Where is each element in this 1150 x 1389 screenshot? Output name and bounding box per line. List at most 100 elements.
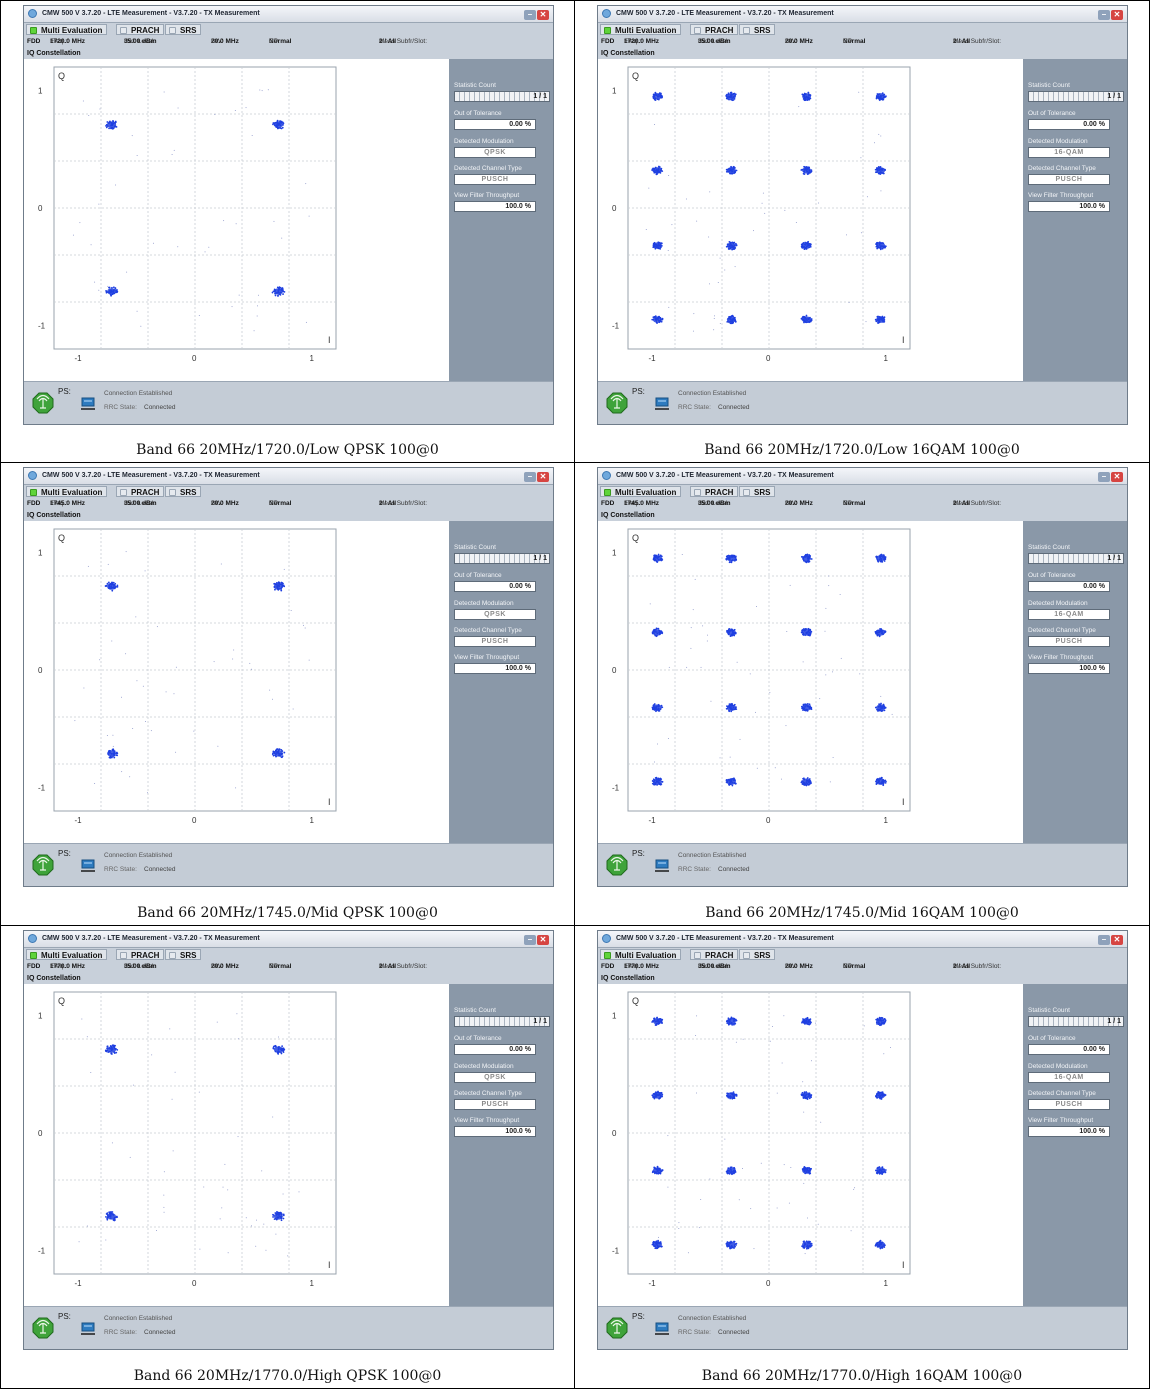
noise-point [173, 149, 175, 151]
noise-point [702, 625, 704, 627]
noise-point [818, 202, 820, 204]
iq-constellation-plot: 1 0 -1 -1 0 1 Q I [24, 521, 449, 843]
detected-modulation-value: 16-QAM [1028, 609, 1110, 620]
constellation-point [108, 1211, 111, 1214]
tab-srs[interactable]: SRS [739, 486, 776, 497]
constellation-point [105, 1213, 108, 1215]
noise-point [136, 310, 138, 312]
constellation-point [112, 581, 115, 584]
constellation-cluster-core [107, 288, 117, 295]
constellation-cluster-core [273, 288, 283, 295]
tab-prach[interactable]: PRACH [690, 24, 739, 35]
tab-srs[interactable]: SRS [165, 949, 202, 960]
noise-point [251, 668, 253, 670]
minimize-icon[interactable]: – [1098, 472, 1110, 482]
tab-prach[interactable]: PRACH [116, 949, 165, 960]
tab-multi-evaluation[interactable]: Multi Evaluation [26, 24, 108, 35]
constellation-cluster-core [726, 629, 736, 636]
tab-srs[interactable]: SRS [739, 949, 776, 960]
constellation-cluster-core [876, 316, 886, 323]
constellation-point [108, 286, 110, 289]
noise-point [272, 698, 274, 700]
statistic-count-value: 1 / 1 [454, 91, 550, 102]
tab-multi-evaluation[interactable]: Multi Evaluation [600, 24, 682, 35]
tab-prach[interactable]: PRACH [116, 486, 165, 497]
tab-prach[interactable]: PRACH [690, 949, 739, 960]
measurement-tabs: Multi Evaluation PRACH SRS [598, 23, 1127, 36]
detected-channel-type-label: Detected Channel Type [454, 1090, 522, 1097]
constellation-cluster-core [107, 750, 117, 757]
tab-multi-evaluation[interactable]: Multi Evaluation [26, 486, 108, 497]
window-title: CMW 500 V 3.7.20 - LTE Measurement - V3.… [42, 10, 260, 17]
minimize-icon[interactable]: – [524, 10, 536, 20]
noise-point [217, 745, 219, 747]
noise-point [174, 1071, 176, 1073]
tab-multi-evaluation[interactable]: Multi Evaluation [26, 949, 108, 960]
cp-label: CP: [843, 963, 854, 970]
tab-prach[interactable]: PRACH [116, 24, 165, 35]
x-tick-label: -1 [649, 1279, 657, 1288]
i-axis-label: I [328, 797, 331, 807]
cp-label: CP: [843, 38, 854, 45]
cp-label: CP: [269, 38, 280, 45]
constellation-point [106, 1218, 109, 1221]
section-title: IQ Constellation [24, 973, 553, 984]
minimize-icon[interactable]: – [1098, 935, 1110, 945]
connection-status: Connection Established [678, 852, 747, 859]
noise-point [152, 242, 154, 244]
constellation-cluster-core [273, 750, 283, 757]
close-icon[interactable]: ✕ [1111, 935, 1123, 945]
noise-point [667, 1186, 669, 1188]
noise-point [761, 202, 763, 204]
status-bar: PS: Connection Established RRC State: Co… [598, 843, 1127, 886]
noise-point [700, 666, 702, 668]
tab-prach[interactable]: PRACH [690, 486, 739, 497]
noise-point [94, 783, 96, 785]
noise-point [706, 640, 708, 642]
constellation-point [274, 1212, 277, 1214]
constellation-cluster-core [652, 167, 662, 174]
app-icon [602, 471, 611, 480]
constellation-point [654, 99, 657, 102]
detected-channel-type-value: PUSCH [1028, 636, 1110, 647]
rrc-state-value: Connected [718, 1329, 750, 1336]
measurement-info: FDD Freq.: 1745.0 MHz Ref. Level: 35.00 … [598, 498, 1127, 510]
connection-status: Connection Established [678, 1315, 747, 1322]
noise-point [99, 659, 101, 661]
bw-label: BW: [785, 500, 798, 507]
tab-srs[interactable]: SRS [739, 24, 776, 35]
minimize-icon[interactable]: – [524, 935, 536, 945]
noise-point [302, 624, 304, 626]
tab-label: Multi Evaluation [615, 488, 677, 497]
noise-point [817, 1223, 819, 1225]
out-of-tolerance-value: 0.00 % [1028, 119, 1110, 130]
window-titlebar: CMW 500 V 3.7.20 - LTE Measurement - V3.… [24, 6, 553, 23]
constellation-point [800, 317, 803, 320]
rrc-state-value: Connected [144, 404, 176, 411]
tab-srs[interactable]: SRS [165, 486, 202, 497]
tab-multi-evaluation[interactable]: Multi Evaluation [600, 949, 682, 960]
close-icon[interactable]: ✕ [537, 935, 549, 945]
constellation-point [657, 1239, 659, 1242]
noise-point [216, 1021, 218, 1023]
tab-multi-evaluation[interactable]: Multi Evaluation [600, 486, 682, 497]
close-icon[interactable]: ✕ [1111, 472, 1123, 482]
cp-label: CP: [269, 500, 280, 507]
measurement-tabs: Multi Evaluation PRACH SRS [598, 948, 1127, 961]
minimize-icon[interactable]: – [1098, 10, 1110, 20]
minimize-icon[interactable]: – [524, 472, 536, 482]
subframe-label: Meas Subfr/Slot: [953, 500, 1002, 507]
noise-point [756, 767, 758, 769]
subframe-label: Meas Subfr/Slot: [953, 963, 1002, 970]
close-icon[interactable]: ✕ [537, 472, 549, 482]
y-tick-label: -1 [38, 322, 46, 331]
close-icon[interactable]: ✕ [537, 10, 549, 20]
y-tick-label: -1 [612, 784, 620, 793]
noise-point [657, 1236, 659, 1238]
noise-point [713, 329, 715, 331]
tab-label: PRACH [705, 26, 734, 35]
noise-point [750, 1208, 752, 1210]
close-icon[interactable]: ✕ [1111, 10, 1123, 20]
noise-point [308, 215, 310, 217]
tab-srs[interactable]: SRS [165, 24, 202, 35]
